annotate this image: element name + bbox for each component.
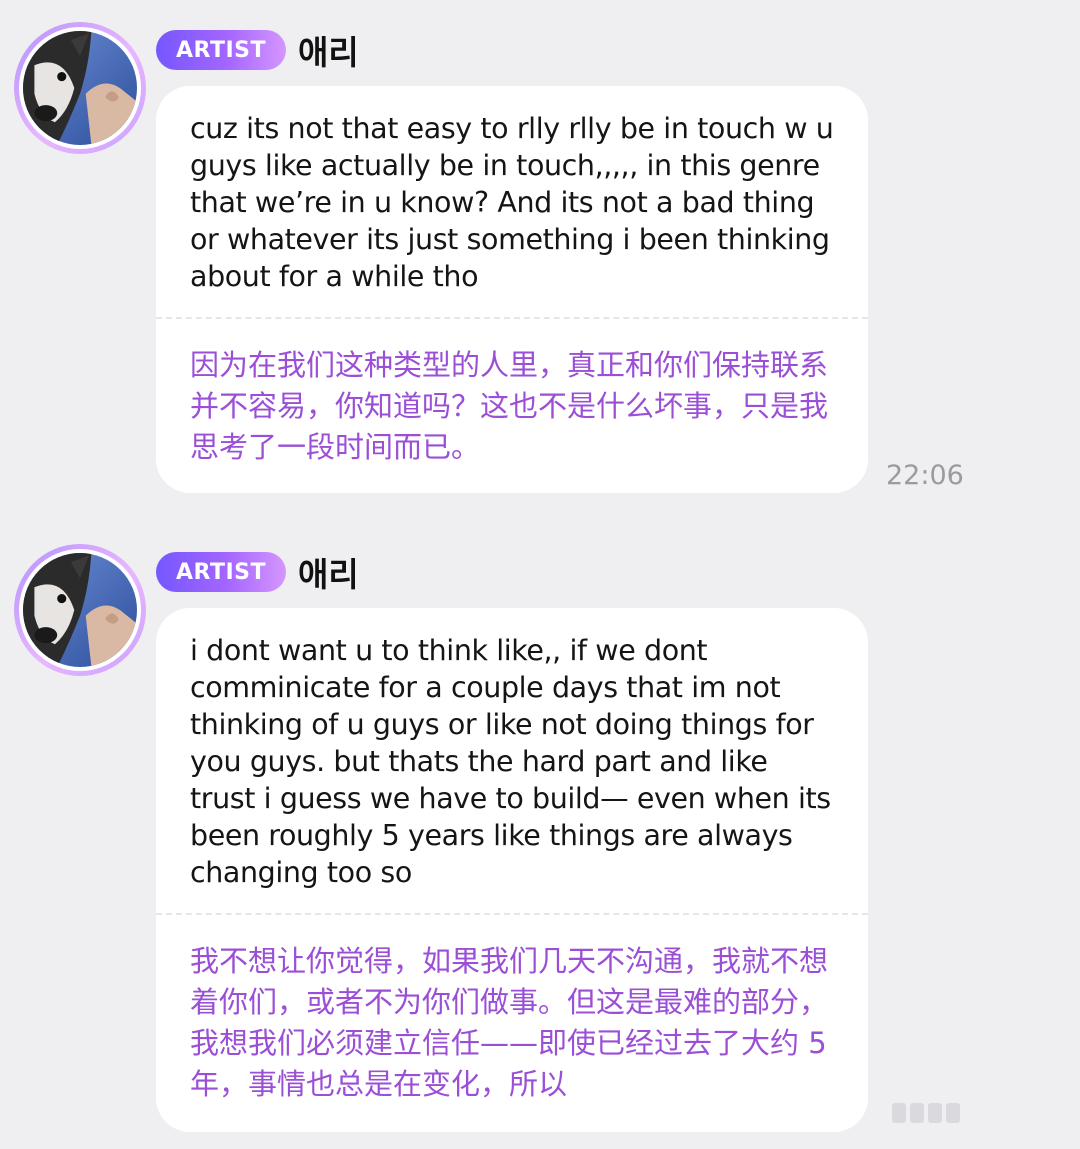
avatar[interactable] [14,22,146,154]
artist-badge: ARTIST [156,30,287,70]
watermark-logo [892,1100,962,1126]
sender-name[interactable]: 애리 [298,548,359,596]
avatar[interactable] [14,544,146,676]
message-text-translation: 因为在我们这种类型的人里，真正和你们保持联系并不容易，你知道吗？这也不是什么坏事… [190,348,829,464]
sender-name[interactable]: 애리 [298,26,359,74]
message-header: ARTIST 애리 [156,550,359,594]
message-header: ARTIST 애리 [156,28,359,72]
message-timestamp: 22:06 [886,460,964,491]
message-bubble[interactable]: i dont want u to think like,, if we dont… [156,608,868,1132]
message-text-original: i dont want u to think like,, if we dont… [190,634,831,889]
dog-avatar-image [23,31,137,145]
message-text-translation: 我不想让你觉得，如果我们几天不沟通，我就不想着你们，或者不为你们做事。但这是最难… [190,944,829,1101]
message-bubble[interactable]: cuz its not that easy to rlly rlly be in… [156,86,868,493]
dog-avatar-image [23,553,137,667]
artist-badge: ARTIST [156,552,287,592]
message-text-original: cuz its not that easy to rlly rlly be in… [190,112,834,293]
